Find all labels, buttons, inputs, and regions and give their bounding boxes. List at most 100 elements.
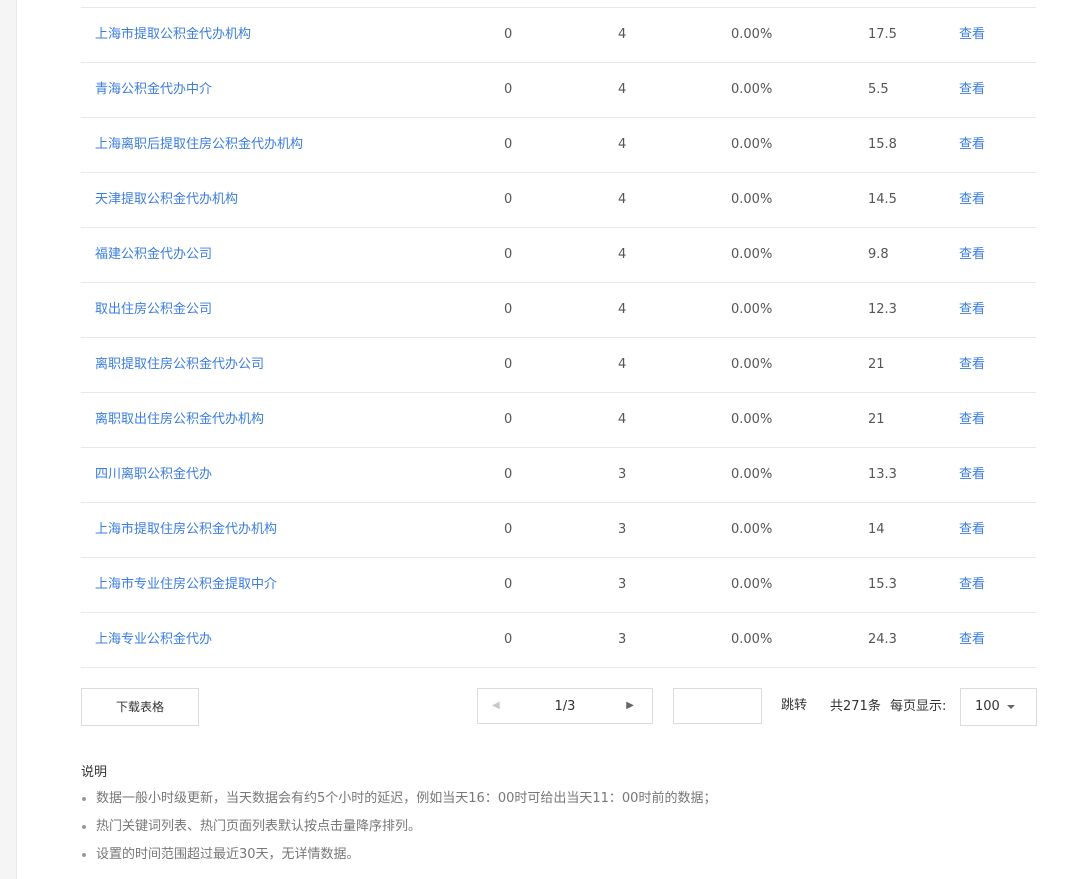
cell-value-b: 4 bbox=[618, 82, 627, 97]
view-link[interactable]: 查看 bbox=[959, 173, 985, 227]
cell-value-d: 5.5 bbox=[868, 82, 889, 97]
notes-title: 说明 bbox=[81, 765, 108, 780]
cell-value-b: 4 bbox=[618, 357, 627, 372]
cell-value-b: 3 bbox=[618, 632, 627, 647]
cell-value-a: 0 bbox=[504, 137, 513, 152]
note-item: 热门关键词列表、热门页面列表默认按点击量降序排列。 bbox=[81, 817, 1036, 845]
cell-value-c: 0.00% bbox=[731, 357, 773, 372]
cell-value-c: 0.00% bbox=[731, 577, 773, 592]
table-row: 离职取出住房公积金代办机构 0 4 0.00% 21 查看 bbox=[81, 393, 1036, 448]
cell-value-b: 4 bbox=[618, 247, 627, 262]
note-item: 数据一般小时级更新，当天数据会有约5个小时的延迟，例如当天16：00时可给出当天… bbox=[81, 789, 1036, 817]
view-link[interactable]: 查看 bbox=[959, 338, 985, 392]
view-link[interactable]: 查看 bbox=[959, 8, 985, 62]
table-row: 取出住房公积金公司 0 4 0.00% 12.3 查看 bbox=[81, 283, 1036, 338]
view-link[interactable]: 查看 bbox=[959, 448, 985, 502]
keyword-link[interactable]: 上海市提取住房公积金代办机构 bbox=[95, 503, 277, 557]
per-page-select[interactable]: 100 bbox=[960, 688, 1037, 726]
cell-value-a: 0 bbox=[504, 82, 513, 97]
cell-value-c: 0.00% bbox=[731, 467, 773, 482]
cell-value-b: 4 bbox=[618, 412, 627, 427]
cell-value-d: 12.3 bbox=[868, 302, 897, 317]
cell-value-a: 0 bbox=[504, 632, 513, 647]
keyword-table: 上海市提取公积金代办机构 0 4 0.00% 17.5 查看 青海公积金代办中介… bbox=[81, 8, 1036, 668]
cell-value-a: 0 bbox=[504, 27, 513, 42]
cell-value-d: 24.3 bbox=[868, 632, 897, 647]
table-row: 福建公积金代办公司 0 4 0.00% 9.8 查看 bbox=[81, 228, 1036, 283]
cell-value-d: 14.5 bbox=[868, 192, 897, 207]
cell-value-d: 21 bbox=[868, 357, 885, 372]
keyword-link[interactable]: 上海市专业住房公积金提取中介 bbox=[95, 558, 277, 612]
caret-down-icon bbox=[1007, 705, 1015, 709]
keyword-link[interactable]: 上海离职后提取住房公积金代办机构 bbox=[95, 118, 303, 172]
jump-button[interactable]: 跳转 bbox=[781, 688, 807, 724]
keyword-link[interactable]: 上海市提取公积金代办机构 bbox=[95, 8, 251, 62]
cell-value-b: 3 bbox=[618, 467, 627, 482]
view-link[interactable]: 查看 bbox=[959, 558, 985, 612]
cell-value-a: 0 bbox=[504, 302, 513, 317]
cell-value-c: 0.00% bbox=[731, 247, 773, 262]
cell-value-a: 0 bbox=[504, 357, 513, 372]
cell-value-a: 0 bbox=[504, 522, 513, 537]
chevron-right-icon[interactable]: ▶ bbox=[626, 689, 634, 723]
table-row: 青海公积金代办中介 0 4 0.00% 5.5 查看 bbox=[81, 63, 1036, 118]
cell-value-c: 0.00% bbox=[731, 82, 773, 97]
cell-value-c: 0.00% bbox=[731, 412, 773, 427]
notes-list: 数据一般小时级更新，当天数据会有约5个小时的延迟，例如当天16：00时可给出当天… bbox=[81, 789, 1036, 873]
keyword-link[interactable]: 福建公积金代办公司 bbox=[95, 228, 212, 282]
table-row: 四川离职公积金代办 0 3 0.00% 13.3 查看 bbox=[81, 448, 1036, 503]
cell-value-a: 0 bbox=[504, 467, 513, 482]
bullet-icon bbox=[82, 797, 86, 801]
note-text: 热门关键词列表、热门页面列表默认按点击量降序排列。 bbox=[96, 819, 422, 834]
view-link[interactable]: 查看 bbox=[959, 228, 985, 282]
table-row: 离职提取住房公积金代办公司 0 4 0.00% 21 查看 bbox=[81, 338, 1036, 393]
keyword-link[interactable]: 离职取出住房公积金代办机构 bbox=[95, 393, 264, 447]
report-card: 上海市提取公积金代办机构 0 4 0.00% 17.5 查看 青海公积金代办中介… bbox=[16, 0, 1070, 879]
notes-section: 说明 数据一般小时级更新，当天数据会有约5个小时的延迟，例如当天16：00时可给… bbox=[81, 762, 1036, 873]
table-row: 上海市提取公积金代办机构 0 4 0.00% 17.5 查看 bbox=[81, 8, 1036, 63]
pagination: ◀ 1/3 ▶ bbox=[477, 688, 653, 724]
cell-value-d: 14 bbox=[868, 522, 885, 537]
jump-page-input[interactable] bbox=[673, 688, 762, 724]
bullet-icon bbox=[82, 825, 86, 829]
view-link[interactable]: 查看 bbox=[959, 503, 985, 557]
keyword-link[interactable]: 上海专业公积金代办 bbox=[95, 613, 212, 667]
download-table-button[interactable]: 下载表格 bbox=[81, 688, 199, 726]
view-link[interactable]: 查看 bbox=[959, 283, 985, 337]
cell-value-a: 0 bbox=[504, 192, 513, 207]
cell-value-a: 0 bbox=[504, 577, 513, 592]
total-count: 共271条 bbox=[830, 699, 881, 714]
cell-value-d: 13.3 bbox=[868, 467, 897, 482]
cell-value-b: 4 bbox=[618, 27, 627, 42]
per-page-label: 每页显示: bbox=[890, 699, 947, 714]
table-row: 上海离职后提取住房公积金代办机构 0 4 0.00% 15.8 查看 bbox=[81, 118, 1036, 173]
cell-value-d: 9.8 bbox=[868, 247, 889, 262]
keyword-link[interactable]: 天津提取公积金代办机构 bbox=[95, 173, 238, 227]
table-row: 上海市提取住房公积金代办机构 0 3 0.00% 14 查看 bbox=[81, 503, 1036, 558]
per-page-value: 100 bbox=[975, 699, 1000, 714]
keyword-link[interactable]: 四川离职公积金代办 bbox=[95, 448, 212, 502]
cell-value-c: 0.00% bbox=[731, 302, 773, 317]
note-text: 数据一般小时级更新，当天数据会有约5个小时的延迟，例如当天16：00时可给出当天… bbox=[96, 791, 717, 806]
cell-value-b: 3 bbox=[618, 577, 627, 592]
view-link[interactable]: 查看 bbox=[959, 63, 985, 117]
table-row: 天津提取公积金代办机构 0 4 0.00% 14.5 查看 bbox=[81, 173, 1036, 228]
view-link[interactable]: 查看 bbox=[959, 118, 985, 172]
cell-value-d: 15.8 bbox=[868, 137, 897, 152]
view-link[interactable]: 查看 bbox=[959, 393, 985, 447]
view-link[interactable]: 查看 bbox=[959, 613, 985, 667]
cell-value-c: 0.00% bbox=[731, 522, 773, 537]
cell-value-b: 4 bbox=[618, 137, 627, 152]
keyword-link[interactable]: 青海公积金代办中介 bbox=[95, 63, 212, 117]
keyword-link[interactable]: 离职提取住房公积金代办公司 bbox=[95, 338, 264, 392]
cell-value-b: 3 bbox=[618, 522, 627, 537]
cell-value-c: 0.00% bbox=[731, 137, 773, 152]
cell-value-c: 0.00% bbox=[731, 632, 773, 647]
cell-value-c: 0.00% bbox=[731, 27, 773, 42]
table-row: 上海专业公积金代办 0 3 0.00% 24.3 查看 bbox=[81, 613, 1036, 668]
keyword-link[interactable]: 取出住房公积金公司 bbox=[95, 283, 212, 337]
note-item: 设置的时间范围超过最近30天，无详情数据。 bbox=[81, 845, 1036, 873]
table-row: 上海市专业住房公积金提取中介 0 3 0.00% 15.3 查看 bbox=[81, 558, 1036, 613]
note-text: 设置的时间范围超过最近30天，无详情数据。 bbox=[96, 847, 360, 862]
cell-value-b: 4 bbox=[618, 192, 627, 207]
